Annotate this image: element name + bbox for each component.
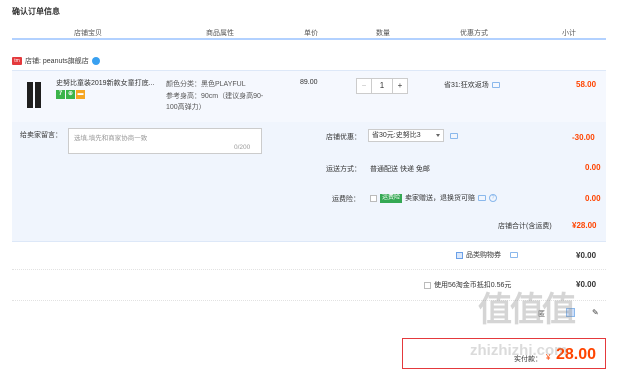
insurance-tag: 运费险 <box>380 193 403 203</box>
decrease-button[interactable]: − <box>356 78 372 94</box>
product-name-link[interactable]: 史努比童装2019新款女童打底... <box>56 78 160 88</box>
shipping-label: 运送方式： <box>326 166 361 173</box>
shop-total-amount: ¥28.00 <box>572 221 597 230</box>
tmall-icon: tm <box>12 57 22 65</box>
message-placeholder: 选填,填先和商家协商一致 <box>74 135 148 142</box>
shop-discount-label: 店铺优惠： <box>326 134 361 141</box>
insurance-checkbox[interactable] <box>370 194 377 202</box>
anonymous-help-icon[interactable]: ✎ <box>592 308 599 317</box>
watermark-site: zhizhizhi.com <box>470 342 568 359</box>
quantity-input[interactable]: 1 <box>372 78 392 94</box>
coupon-amount: ¥0.00 <box>576 251 597 260</box>
col-shop-item: 店铺宝贝 <box>74 30 102 37</box>
table-header: 店铺宝贝 商品属性 单价 数量 优惠方式 小计 <box>12 28 606 40</box>
seven-day-return-icon[interactable]: 7 <box>56 90 65 99</box>
attr-height: 参考身高：90cm（建议身高90- <box>166 93 264 100</box>
coupon-row: 品类购物券 <box>456 250 518 260</box>
col-attributes: 商品属性 <box>206 30 234 37</box>
coupon-checkbox[interactable] <box>456 251 463 259</box>
coins-amount: ¥0.00 <box>576 280 597 289</box>
page-title: 确认订单信息 <box>12 7 60 16</box>
col-subtotal: 小计 <box>562 30 576 37</box>
insurance-info: 运费险 卖家赠送，退换货可赔 ? <box>370 193 498 203</box>
invoice-icon[interactable]: ▬ <box>76 90 85 99</box>
coupon-label: 品类购物券 <box>466 252 501 259</box>
shop-discount-amount: -30.00 <box>572 133 595 142</box>
service-badges: 7 ⊕ ▬ <box>56 90 85 99</box>
discount-chat-icon[interactable] <box>450 133 458 139</box>
shop-header: tm 店铺: peanuts旗舰店 <box>12 56 100 66</box>
col-promotion: 优惠方式 <box>460 30 488 37</box>
wangwang-chat-icon[interactable] <box>91 57 100 65</box>
shipping-amount: 0.00 <box>585 163 601 172</box>
help-icon[interactable]: ? <box>489 194 498 202</box>
attr-height-cont: 100高弹力） <box>166 104 206 111</box>
increase-button[interactable]: + <box>392 78 408 94</box>
shop-discount-select[interactable]: 省30元:史努比3 <box>368 129 444 142</box>
promotion-chat-icon[interactable] <box>491 82 500 88</box>
product-thumbnail[interactable] <box>26 80 42 108</box>
coupon-chat-icon[interactable] <box>510 252 518 258</box>
insurance-label: 运费险： <box>332 196 360 203</box>
message-label: 给卖家留言： <box>20 132 62 139</box>
quantity-stepper: − 1 + <box>356 78 408 94</box>
unit-price: 89.00 <box>300 79 318 86</box>
col-quantity: 数量 <box>376 30 390 37</box>
promotion-text: 省31:狂欢返场 <box>444 82 489 89</box>
coins-checkbox[interactable] <box>424 281 431 289</box>
shop-name-link[interactable]: 店铺: peanuts旗舰店 <box>25 56 89 66</box>
shop-total-label: 店铺合计(含运费) <box>498 223 552 230</box>
promotion-info: 省31:狂欢返场 <box>444 80 500 90</box>
guarantee-icon[interactable]: ⊕ <box>66 90 75 99</box>
insurance-text: 卖家赠送，退换货可赔 <box>405 195 476 202</box>
watermark-logo: 值值值 <box>478 291 576 329</box>
insurance-chat-icon[interactable] <box>478 195 487 201</box>
item-subtotal: 58.00 <box>576 80 597 89</box>
shipping-method: 普通配送 快递 免邮 <box>370 166 430 173</box>
divider <box>12 269 606 270</box>
attr-color: 颜色分类：黑色PLAYFUL <box>166 81 246 88</box>
message-char-counter: 0/200 <box>234 144 251 151</box>
col-price: 单价 <box>304 30 318 37</box>
insurance-amount: 0.00 <box>585 194 601 203</box>
